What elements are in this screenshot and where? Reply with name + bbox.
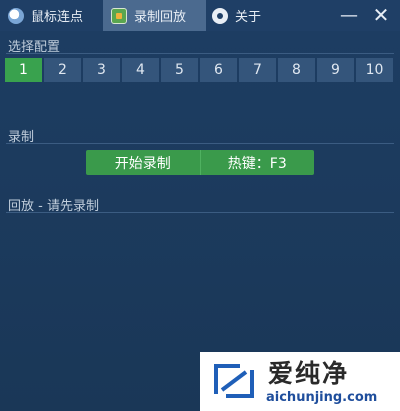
watermark-logo-icon [214, 364, 254, 398]
config-selector: 1 2 3 4 5 6 7 8 9 10 [5, 58, 393, 82]
tab-label: 录制回放 [134, 10, 187, 25]
config-option-2[interactable]: 2 [44, 58, 81, 82]
chat-icon [212, 7, 228, 24]
config-option-8[interactable]: 8 [278, 58, 315, 82]
close-button[interactable]: ✕ [370, 3, 392, 27]
config-option-3[interactable]: 3 [83, 58, 120, 82]
mouse-icon [8, 7, 24, 24]
config-option-10[interactable]: 10 [356, 58, 393, 82]
record-control-bar: 开始录制 热键：F3 [86, 150, 314, 175]
config-option-9[interactable]: 9 [317, 58, 354, 82]
config-option-1[interactable]: 1 [5, 58, 42, 82]
divider [6, 212, 394, 213]
tab-about[interactable]: 关于 [206, 0, 286, 31]
config-option-4[interactable]: 4 [122, 58, 159, 82]
minimize-button[interactable]: — [338, 4, 360, 26]
config-option-7[interactable]: 7 [239, 58, 276, 82]
hotkey-setting[interactable]: 热键：F3 [199, 150, 315, 175]
app-window: 鼠标连点 录制回放 关于 — ✕ 选择配置 1 2 3 4 5 6 7 8 9 … [0, 0, 400, 411]
tab-record-playback[interactable]: 录制回放 [103, 0, 206, 31]
tab-mouse-clicker[interactable]: 鼠标连点 [0, 0, 103, 31]
config-option-5[interactable]: 5 [161, 58, 198, 82]
tab-label: 关于 [235, 10, 262, 25]
config-option-6[interactable]: 6 [200, 58, 237, 82]
title-bar: 鼠标连点 录制回放 关于 — ✕ [0, 0, 400, 31]
tab-label: 鼠标连点 [31, 10, 84, 25]
divider [6, 53, 394, 54]
divider [6, 143, 394, 144]
watermark-title: 爱纯净 [268, 359, 350, 388]
watermark-url: aichunjing.com [266, 390, 378, 405]
record-icon [111, 7, 127, 24]
start-recording-button[interactable]: 开始录制 [86, 150, 200, 175]
